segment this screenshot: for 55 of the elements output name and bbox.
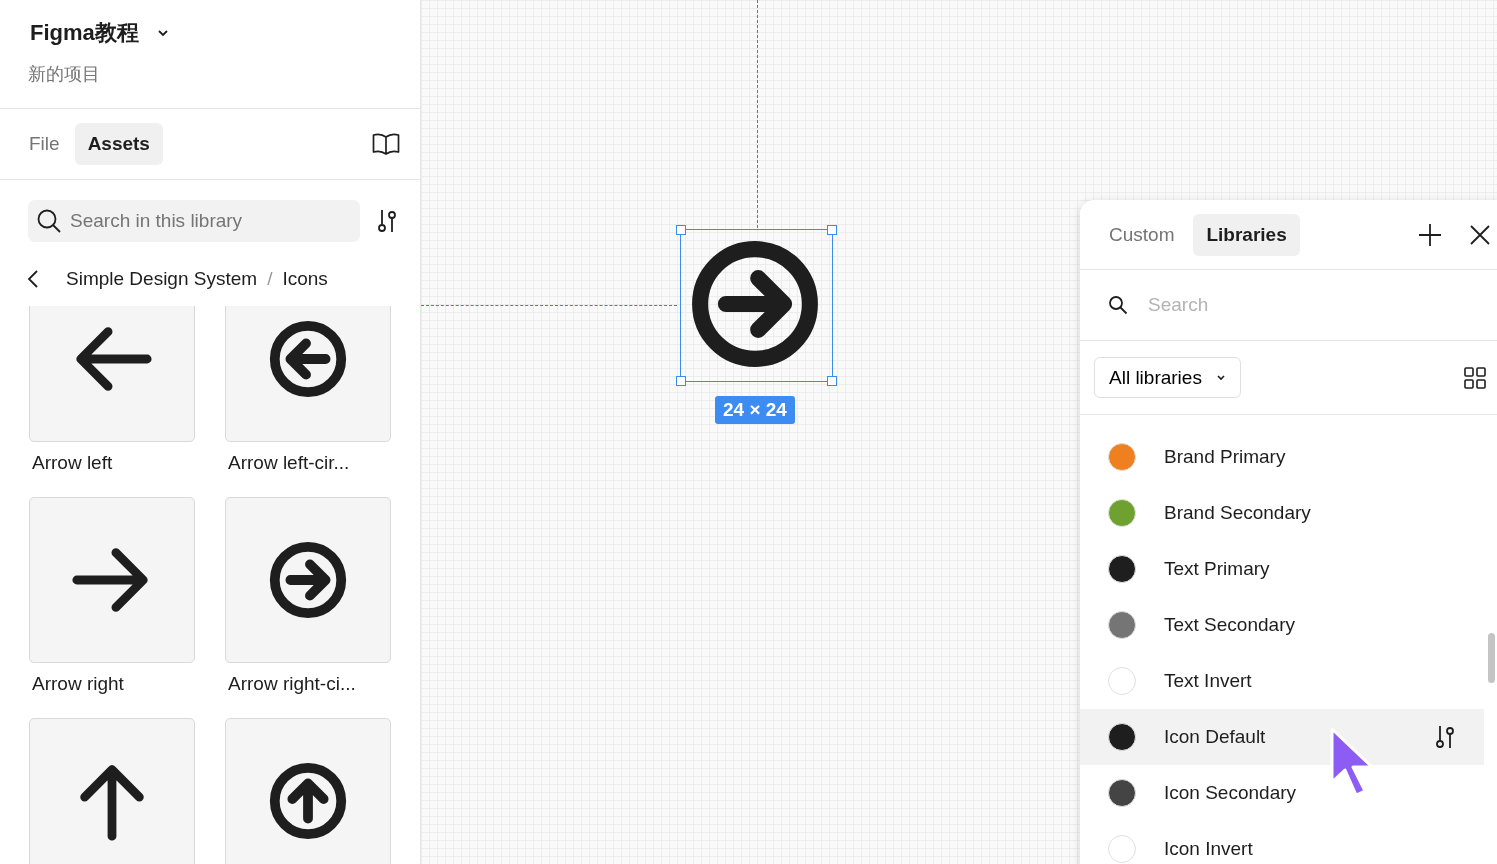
scrollbar[interactable] (1488, 633, 1495, 683)
breadcrumb-item[interactable]: Icons (282, 268, 328, 290)
color-name: Text Invert (1164, 670, 1253, 692)
color-row[interactable]: Brand Secondary (1080, 485, 1484, 541)
add-button[interactable] (1418, 222, 1442, 247)
color-row[interactable]: Text Secondary (1080, 597, 1484, 653)
color-name: Icon Invert (1164, 838, 1254, 860)
size-label: 24 × 24 (715, 396, 795, 424)
panel-tab[interactable]: Custom (1096, 213, 1188, 256)
color-name: Icon Default (1164, 726, 1267, 748)
library-dropdown[interactable]: All libraries (1094, 357, 1241, 398)
close-button[interactable] (1470, 224, 1490, 245)
color-row[interactable]: Icon Default (1080, 709, 1484, 765)
asset-tile[interactable] (29, 718, 195, 864)
project-name: 新的项目 (28, 63, 101, 86)
chevron-down-icon[interactable] (156, 29, 169, 37)
grid-view-icon[interactable] (1464, 366, 1486, 389)
asset-tile[interactable] (225, 497, 391, 663)
back-icon[interactable] (26, 269, 40, 289)
selection-frame[interactable] (680, 229, 833, 382)
panel-tab[interactable]: Libraries (1193, 213, 1300, 256)
breadcrumb-separator: / (267, 268, 273, 290)
book-icon[interactable] (372, 133, 400, 155)
asset-label: Arrow left-cir... (227, 451, 351, 475)
asset-label: Arrow right (31, 672, 125, 696)
breadcrumb-item[interactable]: Simple Design System (66, 268, 258, 290)
library-search-field[interactable]: Search in this library (28, 200, 360, 242)
project-title[interactable]: Figma教程 (30, 18, 139, 48)
asset-tile[interactable] (29, 306, 195, 442)
search-icon (1108, 295, 1128, 315)
color-row[interactable]: Icon Invert (1080, 821, 1484, 864)
chevron-down-icon (1215, 374, 1226, 381)
filter-icon[interactable] (376, 208, 398, 234)
adjust-icon[interactable] (1434, 724, 1456, 750)
asset-tile[interactable] (225, 718, 391, 864)
sidebar-tab[interactable]: File (16, 123, 73, 165)
color-name: Icon Secondary (1164, 782, 1298, 804)
color-name: Brand Secondary (1164, 502, 1312, 524)
asset-tile[interactable] (29, 497, 195, 663)
resize-handle[interactable] (676, 225, 686, 235)
color-row[interactable]: Text Primary (1080, 541, 1484, 597)
asset-label: Arrow left (31, 451, 114, 475)
color-row[interactable]: Text Invert (1080, 653, 1484, 709)
search-icon (36, 208, 62, 234)
color-name: Text Primary (1164, 558, 1271, 580)
color-row[interactable]: Icon Secondary (1080, 765, 1484, 821)
color-name: Brand Primary (1164, 446, 1287, 468)
color-row[interactable]: Brand Primary (1080, 429, 1484, 485)
resize-handle[interactable] (827, 376, 837, 386)
color-name: Text Secondary (1164, 614, 1296, 636)
resize-handle[interactable] (676, 376, 686, 386)
resize-handle[interactable] (827, 225, 837, 235)
asset-label: Arrow right-ci... (227, 672, 357, 696)
asset-tile[interactable] (225, 306, 391, 442)
sidebar-tab[interactable]: Assets (74, 123, 163, 165)
